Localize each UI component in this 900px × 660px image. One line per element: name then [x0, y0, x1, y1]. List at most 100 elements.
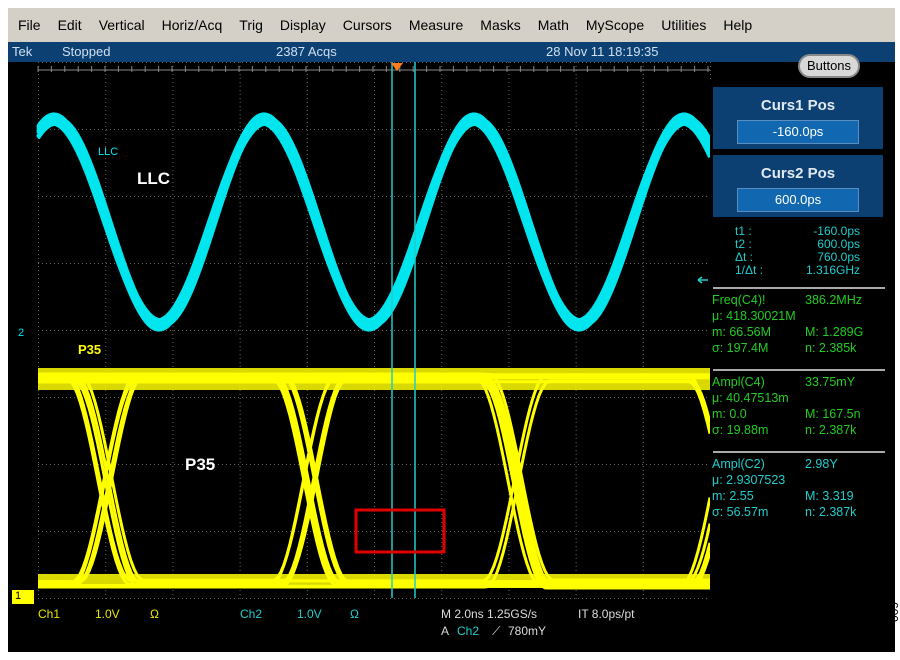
graticule-dot	[562, 598, 563, 599]
graticule-dot	[622, 330, 623, 331]
graticule-dot	[594, 196, 595, 197]
graticule-dot	[105, 118, 106, 119]
graticule-dot	[58, 464, 59, 465]
graticule-dot	[534, 62, 535, 63]
graticule-dot	[170, 464, 171, 465]
graticule-dot	[172, 222, 173, 223]
graticule-dot	[105, 354, 106, 355]
graticule-dot	[98, 129, 99, 130]
graticule-dot	[630, 598, 631, 599]
measurement-block[interactable]: Ampl(C2) 2.98Y μ: 2.9307523 m: 2.55 M: 3.319…	[712, 456, 887, 520]
graticule-dot	[172, 326, 173, 327]
graticule-dot	[643, 402, 644, 403]
ch2-marker[interactable]: 2	[18, 327, 24, 340]
graticule-dot	[302, 263, 303, 264]
graticule-dot	[114, 330, 115, 331]
graticule-dot	[105, 362, 106, 363]
graticule-dot	[430, 62, 431, 63]
graticule-dot	[386, 464, 387, 465]
graticule-dot	[190, 62, 191, 63]
graticule-dot	[172, 154, 173, 155]
ch1-marker[interactable]: 1	[12, 590, 34, 604]
graticule-dot	[534, 330, 535, 331]
graticule-dot	[307, 590, 308, 591]
graticule-dot	[172, 118, 173, 119]
graticule-dot	[290, 330, 291, 331]
graticule-dot	[586, 263, 587, 264]
buttons-button[interactable]: Buttons	[798, 54, 860, 78]
graticule-dot	[278, 464, 279, 465]
graticule-dot	[210, 129, 211, 130]
graticule-dot	[586, 330, 587, 331]
graticule-dot	[508, 186, 509, 187]
graticule-dot	[374, 166, 375, 167]
graticule-dot	[674, 196, 675, 197]
graticule-dot	[172, 438, 173, 439]
graticule-dot	[508, 234, 509, 235]
graticule-dot	[230, 196, 231, 197]
curs2-value-field[interactable]: 600.0ps	[737, 188, 859, 212]
measurement-block[interactable]: Ampl(C4) 33.75mY μ: 40.47513m m: 0.0 M: 167.…	[712, 374, 887, 438]
graticule-dot	[182, 129, 183, 130]
graticule-dot	[74, 263, 75, 264]
curs2-pos-control[interactable]: Curs2 Pos 600.0ps	[713, 155, 883, 217]
graticule-dot	[330, 196, 331, 197]
graticule-dot	[441, 102, 442, 103]
graticule-dot	[508, 394, 509, 395]
graticule-dot	[222, 464, 223, 465]
graticule-dot	[114, 263, 115, 264]
graticule-dot	[441, 414, 442, 415]
ch1-p35-eye-trace	[38, 374, 710, 580]
graticule-dot	[594, 464, 595, 465]
graticule-dot	[38, 274, 39, 275]
graticule-dot	[210, 62, 211, 63]
graticule-dot	[576, 298, 577, 299]
graticule-dot	[378, 598, 379, 599]
graticule-dot	[298, 531, 299, 532]
graticule-dot	[240, 178, 241, 179]
graticule-dot	[698, 330, 699, 331]
graticule-dot	[576, 418, 577, 419]
graticule-dot	[438, 196, 439, 197]
graticule-dot	[254, 62, 255, 63]
graticule-dot	[558, 598, 559, 599]
graticule-dot	[643, 166, 644, 167]
graticule-dot	[278, 263, 279, 264]
graticule-dot	[290, 598, 291, 599]
graticule-dot	[298, 598, 299, 599]
graticule-dot	[222, 62, 223, 63]
graticule-dot	[643, 322, 644, 323]
graticule-dot	[38, 226, 39, 227]
graticule-dot	[162, 531, 163, 532]
graticule-dot	[294, 62, 295, 63]
measurement-block[interactable]: Freq(C4)! 386.2MHz μ: 418.30021M m: 66.56M M…	[712, 292, 887, 356]
ch2-label: Ch2	[240, 607, 262, 621]
curs1-value-field[interactable]: -160.0ps	[737, 120, 859, 144]
graticule-dot	[374, 342, 375, 343]
graticule-dot	[694, 531, 695, 532]
graticule-dot	[322, 62, 323, 63]
graticule-dot	[610, 196, 611, 197]
graticule-dot	[294, 129, 295, 130]
graticule-dot	[172, 238, 173, 239]
graticule-dot	[38, 218, 39, 219]
graticule-dot	[307, 114, 308, 115]
graticule-dot	[172, 354, 173, 355]
graticule-dot	[240, 490, 241, 491]
graticule-dot	[441, 238, 442, 239]
curs1-pos-control[interactable]: Curs1 Pos -160.0ps	[713, 87, 883, 149]
graticule-dot	[158, 397, 159, 398]
graticule-dot	[454, 62, 455, 63]
graticule-dot	[242, 397, 243, 398]
graticule-dot	[576, 170, 577, 171]
graticule-dot	[630, 263, 631, 264]
graticule-dot	[576, 526, 577, 527]
graticule-dot	[254, 263, 255, 264]
graticule-dot	[576, 162, 577, 163]
graticule-dot	[307, 358, 308, 359]
graticule-dot	[50, 598, 51, 599]
graticule-dot	[643, 482, 644, 483]
graticule-dot	[470, 330, 471, 331]
graticule-dot	[566, 397, 567, 398]
graticule-dot	[590, 330, 591, 331]
